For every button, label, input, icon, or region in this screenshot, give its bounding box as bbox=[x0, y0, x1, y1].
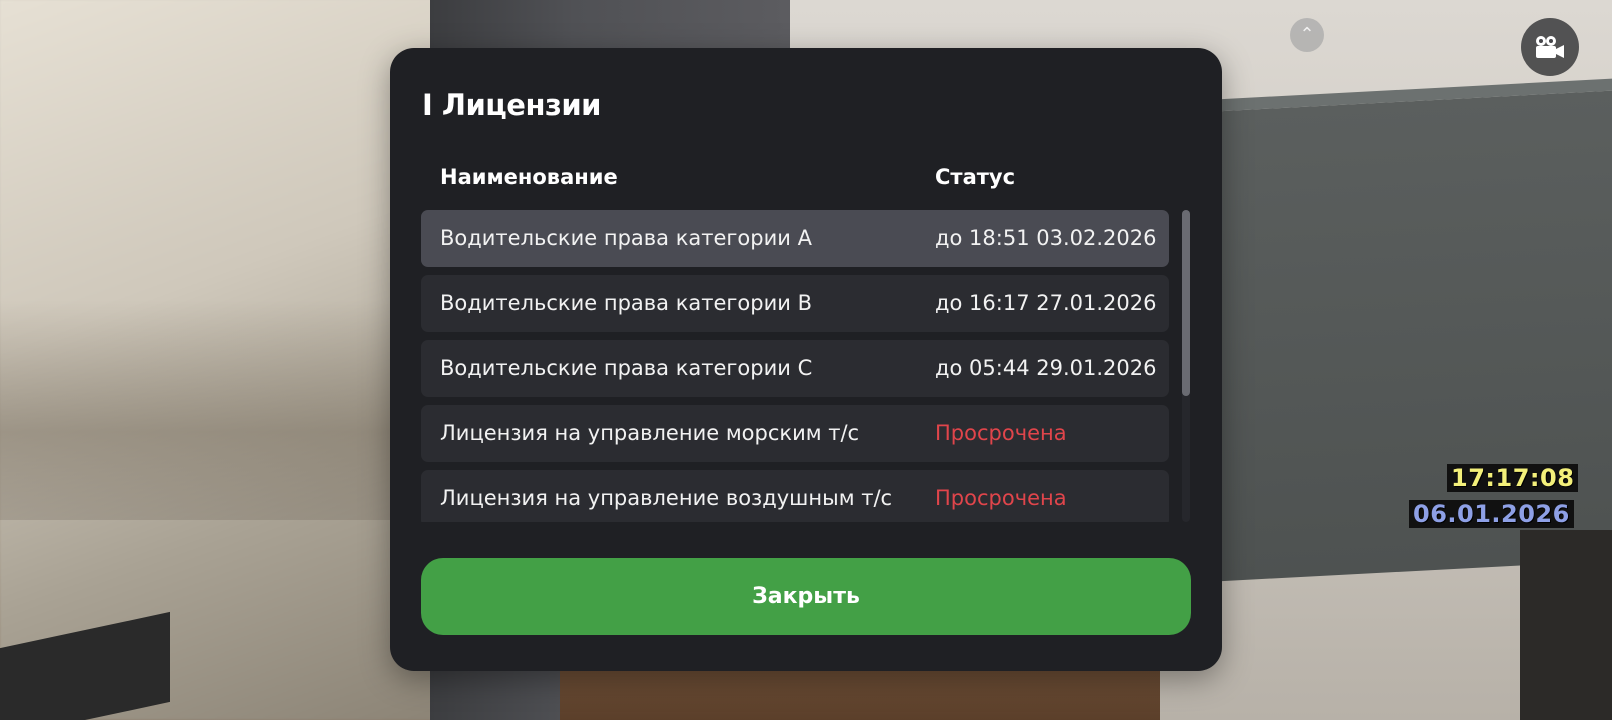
column-header-status: Статус bbox=[935, 165, 1016, 189]
license-name: Водительские права категории A bbox=[440, 226, 812, 250]
list-scrollbar[interactable] bbox=[1182, 210, 1190, 522]
licenses-dialog: I Лицензии Наименование Статус Водительс… bbox=[390, 48, 1222, 671]
licenses-list[interactable]: Водительские права категории A до 18:51 … bbox=[421, 210, 1169, 522]
dialog-title: I Лицензии bbox=[422, 88, 601, 122]
video-camera-icon[interactable] bbox=[1521, 18, 1579, 76]
hud-clock-date: 06.01.2026 bbox=[1409, 500, 1574, 528]
license-status: до 18:51 03.02.2026 bbox=[935, 226, 1157, 250]
background-shadow bbox=[0, 300, 440, 520]
scrollbar-thumb[interactable] bbox=[1182, 210, 1190, 396]
license-row[interactable]: Водительские права категории C до 05:44 … bbox=[421, 340, 1169, 397]
license-name: Водительские права категории C bbox=[440, 356, 813, 380]
license-row[interactable]: Водительские права категории A до 18:51 … bbox=[421, 210, 1169, 267]
license-status-expired: Просрочена bbox=[935, 486, 1067, 510]
background-object-right bbox=[1520, 530, 1612, 720]
video-camera-icon-graphic bbox=[1536, 36, 1564, 58]
license-row[interactable]: Лицензия на управление морским т/с Проср… bbox=[421, 405, 1169, 462]
column-header-name: Наименование bbox=[440, 165, 618, 189]
license-status-expired: Просрочена bbox=[935, 421, 1067, 445]
license-name: Лицензия на управление морским т/с bbox=[440, 421, 860, 445]
license-row[interactable]: Лицензия на управление воздушным т/с Про… bbox=[421, 470, 1169, 522]
license-name: Водительские права категории B bbox=[440, 291, 812, 315]
license-status: до 05:44 29.01.2026 bbox=[935, 356, 1157, 380]
close-button[interactable]: Закрыть bbox=[421, 558, 1191, 635]
hud-clock-time: 17:17:08 bbox=[1447, 464, 1579, 492]
license-status: до 16:17 27.01.2026 bbox=[935, 291, 1157, 315]
license-name: Лицензия на управление воздушным т/с bbox=[440, 486, 893, 510]
chevron-up-icon[interactable]: ⌃ bbox=[1290, 18, 1324, 52]
license-row[interactable]: Водительские права категории B до 16:17 … bbox=[421, 275, 1169, 332]
